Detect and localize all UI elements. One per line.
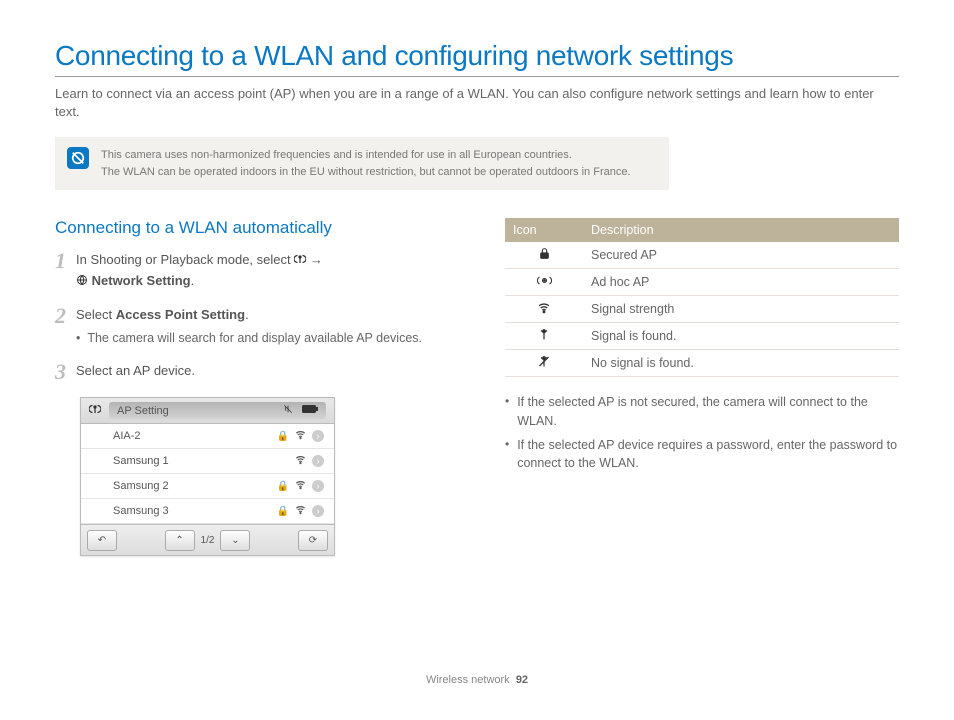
intro-text: Learn to connect via an access point (AP…	[55, 85, 899, 121]
notes-list: •If the selected AP is not secured, the …	[505, 393, 899, 472]
td-desc: Secured AP	[583, 242, 899, 269]
section-heading: Connecting to a WLAN automatically	[55, 218, 455, 238]
td-desc: No signal is found.	[583, 350, 899, 377]
step-number: 1	[55, 250, 66, 291]
ap-setting-panel: AP Setting AIA-2 🔒 › Samsung 1	[80, 397, 335, 556]
antenna-icon	[505, 323, 583, 350]
td-desc: Signal is found.	[583, 323, 899, 350]
note-text: This camera uses non-harmonized frequenc…	[101, 147, 631, 180]
ap-item[interactable]: Samsung 3 🔒 ›	[81, 499, 334, 524]
wifi-icon	[295, 479, 306, 493]
ap-item[interactable]: AIA-2 🔒 ›	[81, 424, 334, 449]
td-desc: Ad hoc AP	[583, 269, 899, 296]
wifi-icon	[295, 429, 306, 443]
th-desc: Description	[583, 218, 899, 242]
note-box: This camera uses non-harmonized frequenc…	[55, 137, 669, 190]
no-signal-icon	[505, 350, 583, 377]
lock-icon: 🔒	[277, 431, 289, 442]
ap-item[interactable]: Samsung 2 🔒 ›	[81, 474, 334, 499]
step2-text-b: Access Point Setting	[116, 307, 245, 322]
note-line2: The WLAN can be operated indoors in the …	[101, 164, 631, 181]
back-button[interactable]: ↶	[87, 530, 117, 551]
go-icon: ›	[312, 480, 324, 492]
ap-item-label: Samsung 3	[113, 505, 169, 517]
go-icon: ›	[312, 505, 324, 517]
ap-item-label: Samsung 2	[113, 480, 169, 492]
ap-status-icons	[283, 404, 318, 417]
note-icon	[67, 147, 89, 169]
page-footer: Wireless network 92	[0, 674, 954, 686]
down-button[interactable]: ⌄	[220, 530, 250, 551]
step2-text-a: Select	[76, 307, 116, 322]
refresh-button[interactable]: ⟳	[298, 530, 328, 551]
go-icon: ›	[312, 430, 324, 442]
bullet-text: If the selected AP device requires a pas…	[517, 436, 899, 472]
step-2: 2 Select Access Point Setting. • The cam…	[55, 305, 455, 347]
page-title: Connecting to a WLAN and configuring net…	[55, 40, 899, 72]
lock-icon: 🔒	[277, 481, 289, 492]
step-number: 2	[55, 305, 66, 347]
up-button[interactable]: ⌃	[165, 530, 195, 551]
lock-icon	[505, 242, 583, 269]
note-line1: This camera uses non-harmonized frequenc…	[101, 147, 631, 164]
title-rule	[55, 76, 899, 77]
step-3: 3 Select an AP device.	[55, 361, 455, 383]
wifi-icon	[295, 454, 306, 468]
td-desc: Signal strength	[583, 296, 899, 323]
step3-text: Select an AP device.	[76, 361, 455, 383]
footer-page: 92	[516, 674, 528, 686]
lock-icon: 🔒	[277, 506, 289, 517]
antenna-icon	[89, 403, 101, 418]
th-icon: Icon	[505, 218, 583, 242]
icon-description-table: Icon Description Secured AP Ad hoc AP S	[505, 218, 899, 377]
step1-text-a: In Shooting or Playback mode, select	[76, 252, 294, 267]
step1-text-b: Network Setting	[92, 273, 191, 288]
page-indicator: 1/2	[199, 535, 217, 546]
adhoc-icon	[505, 269, 583, 296]
step2-sub: The camera will search for and display a…	[87, 331, 422, 345]
bullet-text: If the selected AP is not secured, the c…	[517, 393, 899, 429]
ap-item[interactable]: Samsung 1 ›	[81, 449, 334, 474]
step-number: 3	[55, 361, 66, 383]
ap-title: AP Setting	[117, 405, 169, 417]
antenna-icon	[294, 251, 306, 271]
go-icon: ›	[312, 455, 324, 467]
ap-item-label: AIA-2	[113, 430, 141, 442]
step1-arrow: →	[310, 252, 323, 267]
ap-item-label: Samsung 1	[113, 455, 169, 467]
globe-icon	[76, 272, 88, 292]
wifi-icon	[505, 296, 583, 323]
step-1: 1 In Shooting or Playback mode, select →…	[55, 250, 455, 291]
wifi-icon	[295, 504, 306, 518]
footer-section: Wireless network	[426, 674, 510, 686]
